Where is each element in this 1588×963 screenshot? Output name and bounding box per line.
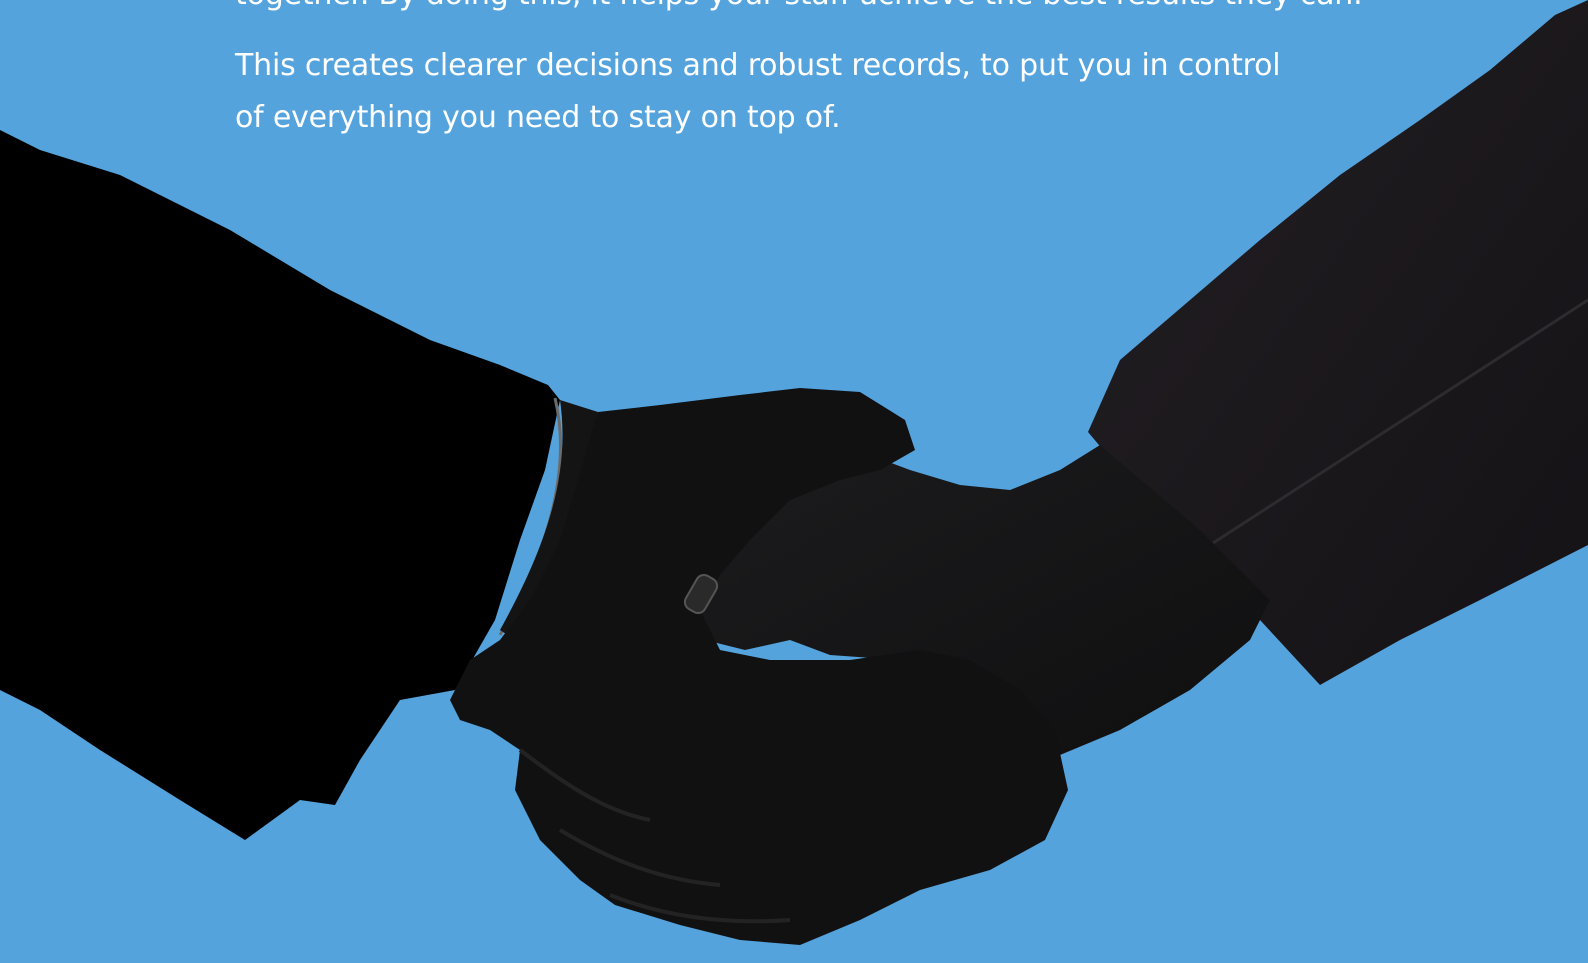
partial-paragraph: together. By doing this, it helps your s… (235, 0, 1363, 10)
handshake-image (0, 0, 1588, 945)
body-paragraph: This creates clearer decisions and robus… (235, 48, 1281, 135)
hero-section: together. By doing this, it helps your s… (0, 0, 1588, 963)
left-sleeve (0, 130, 560, 840)
